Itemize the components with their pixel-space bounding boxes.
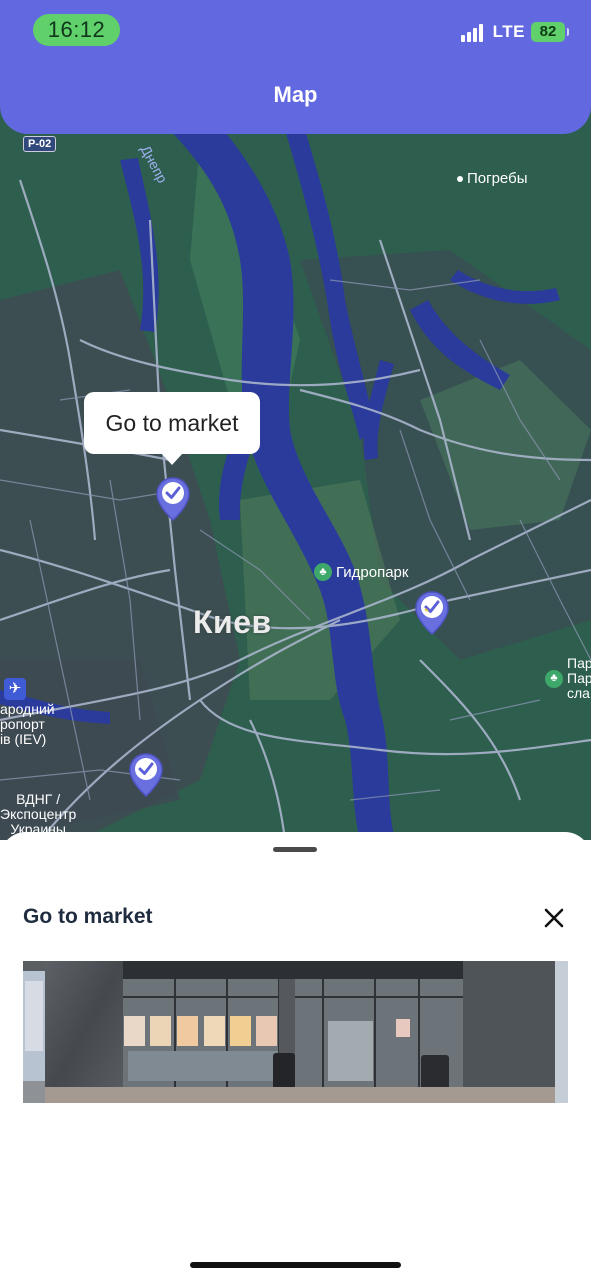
details-sheet: Go to market — [0, 832, 591, 1280]
map-view[interactable]: P-02 Днепр Погребы Киев ♣ Гидропарк ♣ Па… — [0, 100, 591, 840]
signal-icon — [460, 22, 483, 42]
airplane-icon: ✈ — [4, 678, 26, 700]
village-dot-icon — [457, 176, 463, 183]
park-label: Гидропарк — [336, 563, 409, 581]
store-photo — [23, 961, 568, 1103]
close-button[interactable] — [540, 904, 568, 932]
close-icon — [544, 908, 564, 928]
airport-poi[interactable]: ✈ ародний ропорт ів (IEV) — [0, 678, 55, 747]
map-canvas — [0, 100, 591, 840]
store-front-image — [23, 961, 568, 1103]
page-title: Map — [273, 82, 318, 107]
status-indicators: LTE 82 — [460, 22, 569, 42]
market-pin[interactable] — [155, 476, 191, 522]
airport-label: ародний ропорт ів (IEV) — [0, 701, 55, 747]
marker-tooltip[interactable]: Go to market — [84, 392, 260, 465]
status-time: 16:12 — [33, 14, 120, 46]
village-label: Погребы — [457, 170, 527, 187]
battery-level: 82 — [539, 23, 557, 40]
app-header: 16:12 LTE 82 Map — [0, 0, 591, 134]
city-label: Киев — [193, 604, 272, 640]
map-pin-icon — [129, 753, 163, 797]
tree-icon: ♣ — [314, 563, 332, 581]
map-pin-icon — [415, 591, 449, 635]
sheet-title: Go to market — [23, 905, 153, 928]
tree-icon: ♣ — [545, 669, 563, 688]
market-pin[interactable] — [128, 752, 164, 798]
map-pin-icon — [156, 477, 190, 521]
network-type: LTE — [492, 22, 525, 41]
village-name: Погребы — [467, 170, 528, 187]
expo-label: ВДНГ / Экспоцентр Украины — [0, 791, 77, 837]
park-poi[interactable]: ♣ Гидропарк — [314, 563, 408, 581]
sheet-grabber[interactable] — [273, 847, 317, 852]
market-pin[interactable] — [414, 590, 450, 636]
right-park-label: Пар Пар сла — [567, 655, 591, 701]
right-park-poi[interactable]: ♣ Пар Пар сла — [545, 656, 591, 701]
battery-icon: 82 — [531, 22, 569, 42]
home-indicator[interactable] — [190, 1262, 401, 1268]
road-badge: P-02 — [23, 136, 57, 152]
expo-poi[interactable]: ВДНГ / Экспоцентр Украины — [0, 792, 76, 837]
